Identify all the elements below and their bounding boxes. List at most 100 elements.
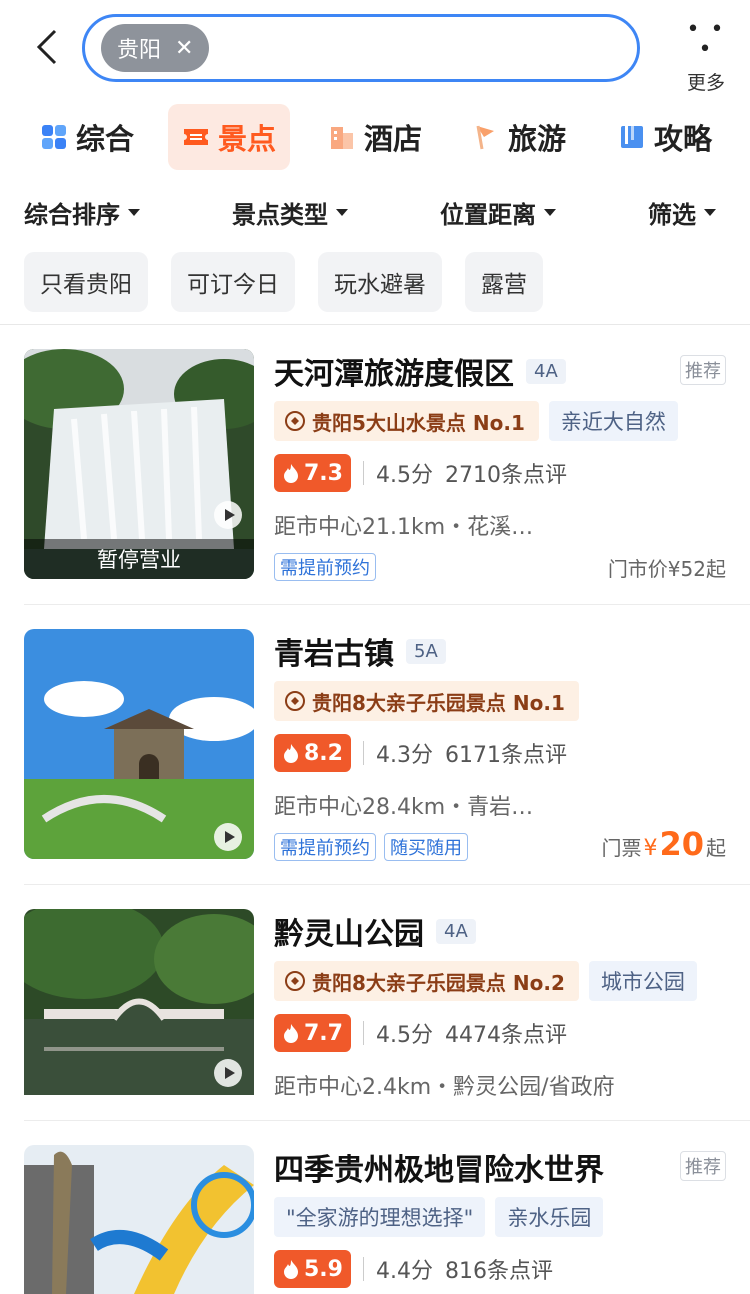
caret-down-icon bbox=[544, 208, 556, 216]
rating: 4.3分 bbox=[375, 743, 433, 768]
tab-attractions[interactable]: 景点 bbox=[168, 104, 291, 170]
hot-score: 5.9 bbox=[304, 1256, 343, 1282]
price-text[interactable]: 门票 ¥ 20 起 bbox=[601, 825, 726, 863]
hot-score-badge: 7.3 bbox=[274, 454, 351, 492]
quick-filter-chip[interactable]: 可订今日 bbox=[171, 252, 295, 312]
rank-tag-label: 贵阳8大亲子乐园景点 No.1 bbox=[312, 690, 565, 715]
top-bar: 贵阳 ✕ • • • 更多 bbox=[0, 0, 750, 100]
price-value: 20 bbox=[659, 825, 704, 863]
rank-tag-label: 贵阳5大山水景点 No.1 bbox=[312, 410, 525, 435]
flame-icon bbox=[284, 464, 298, 483]
level-badge: 4A bbox=[436, 918, 476, 944]
book-icon bbox=[618, 123, 646, 151]
search-chip-label: 贵阳 bbox=[117, 38, 162, 63]
attraction-title[interactable]: 四季贵州极地冒险水世界 bbox=[274, 1145, 604, 1189]
quick-filter-chip[interactable]: 露营 bbox=[465, 252, 543, 312]
rank-tag[interactable]: 贵阳8大亲子乐园景点 No.1 bbox=[274, 681, 579, 721]
filter-label: 综合排序 bbox=[24, 200, 120, 229]
quick-filter-chip[interactable]: 只看贵阳 bbox=[24, 252, 148, 312]
service-badge: 随买随用 bbox=[384, 833, 468, 861]
rating: 4.4分 bbox=[375, 1259, 433, 1284]
flag-icon bbox=[472, 123, 500, 151]
distance-text: 距市中心2.4km・黔灵公园/省政府 bbox=[274, 1075, 615, 1100]
price-label: 门市价¥52起 bbox=[607, 557, 726, 581]
recommend-badge: 推荐 bbox=[680, 355, 726, 385]
attraction-name: 四季贵州极地冒险水世界 bbox=[274, 1153, 604, 1188]
attraction-photo[interactable] bbox=[24, 1145, 254, 1294]
service-badge: 需提前预约 bbox=[274, 553, 376, 581]
more-button[interactable]: • • • 更多 bbox=[678, 17, 734, 95]
sort-dropdown[interactable]: 综合排序 bbox=[24, 190, 140, 234]
tab-all[interactable]: 综合 bbox=[26, 104, 148, 170]
separator bbox=[362, 741, 364, 765]
quote-tag[interactable]: "全家游的理想选择" bbox=[274, 1197, 486, 1237]
caret-down-icon bbox=[128, 208, 140, 216]
ticket-icon bbox=[182, 123, 210, 151]
attraction-title[interactable]: 黔灵山公园 4A bbox=[274, 909, 476, 953]
tab-label: 综合 bbox=[76, 122, 135, 156]
close-icon[interactable]: ✕ bbox=[175, 36, 193, 61]
play-icon[interactable] bbox=[214, 823, 242, 851]
tag-row: 贵阳8大亲子乐园景点 No.1 bbox=[274, 681, 579, 721]
play-icon[interactable] bbox=[214, 1059, 242, 1087]
flame-icon bbox=[284, 1260, 298, 1279]
score-row: 7.3 4.5分 2710条点评 bbox=[274, 454, 567, 492]
attraction-photo[interactable] bbox=[24, 629, 254, 859]
caret-down-icon bbox=[336, 208, 348, 216]
tab-label: 景点 bbox=[218, 122, 277, 156]
search-chip[interactable]: 贵阳 ✕ bbox=[101, 24, 210, 72]
category-tabs: 综合 景点 酒店 旅游 攻略 bbox=[0, 104, 750, 170]
review-count[interactable]: 2710条点评 bbox=[445, 457, 567, 489]
tag-row: 贵阳8大亲子乐园景点 No.2 城市公园 bbox=[274, 961, 697, 1001]
rank-tag-label: 贵阳8大亲子乐园景点 No.2 bbox=[312, 970, 565, 995]
separator bbox=[362, 461, 364, 485]
category-tag[interactable]: 亲近大自然 bbox=[548, 401, 678, 441]
review-count[interactable]: 816条点评 bbox=[445, 1253, 553, 1285]
attraction-title[interactable]: 青岩古镇 5A bbox=[274, 629, 446, 673]
attraction-photo[interactable] bbox=[24, 909, 254, 1139]
rank-tag[interactable]: 贵阳5大山水景点 No.1 bbox=[274, 401, 539, 441]
hot-score-badge: 5.9 bbox=[274, 1250, 351, 1288]
tab-guides[interactable]: 攻略 bbox=[604, 104, 726, 170]
review-count[interactable]: 4474条点评 bbox=[445, 1017, 567, 1049]
filter-dropdown[interactable]: 筛选 bbox=[648, 190, 716, 234]
price-prefix: 门票 bbox=[601, 836, 642, 860]
rank-tag[interactable]: 贵阳8大亲子乐园景点 No.2 bbox=[274, 961, 579, 1001]
category-tag[interactable]: 亲水乐园 bbox=[495, 1197, 604, 1237]
divider bbox=[0, 324, 750, 325]
category-tag[interactable]: 城市公园 bbox=[588, 961, 697, 1001]
service-badges: 需提前预约 随买随用 bbox=[274, 833, 468, 861]
distance-dropdown[interactable]: 位置距离 bbox=[440, 190, 556, 234]
price-text: 门市价¥52起 bbox=[608, 553, 726, 582]
service-badges: 需提前预约 bbox=[274, 553, 376, 581]
hot-score: 8.2 bbox=[304, 740, 343, 766]
score-row: 7.7 4.5分 4474条点评 bbox=[274, 1014, 567, 1052]
review-count[interactable]: 6171条点评 bbox=[445, 737, 567, 769]
tab-tours[interactable]: 旅游 bbox=[458, 104, 580, 170]
score-row: 5.9 4.4分 816条点评 bbox=[274, 1250, 553, 1288]
separator bbox=[362, 1257, 364, 1281]
type-dropdown[interactable]: 景点类型 bbox=[232, 190, 348, 234]
filter-label: 筛选 bbox=[648, 200, 696, 229]
attraction-photo[interactable]: 暂停营业 bbox=[24, 349, 254, 579]
level-badge: 5A bbox=[406, 638, 446, 664]
attraction-title[interactable]: 天河潭旅游度假区 4A bbox=[274, 349, 566, 393]
search-input[interactable]: 贵阳 ✕ bbox=[82, 14, 640, 82]
more-dots-icon: • • • bbox=[686, 17, 726, 62]
hot-score: 7.3 bbox=[304, 460, 343, 486]
tab-hotels[interactable]: 酒店 bbox=[314, 104, 436, 170]
hot-score-badge: 7.7 bbox=[274, 1014, 351, 1052]
divider bbox=[24, 604, 750, 605]
tag-row: "全家游的理想选择" 亲水乐园 bbox=[274, 1197, 604, 1237]
divider bbox=[24, 884, 750, 885]
filter-label: 位置距离 bbox=[440, 200, 536, 229]
quick-filter-chip[interactable]: 玩水避暑 bbox=[318, 252, 442, 312]
back-button[interactable] bbox=[22, 22, 70, 72]
tab-label: 旅游 bbox=[508, 122, 567, 156]
score-row: 8.2 4.3分 6171条点评 bbox=[274, 734, 567, 772]
rating: 4.5分 bbox=[375, 463, 433, 488]
play-icon[interactable] bbox=[214, 501, 242, 529]
tab-label: 攻略 bbox=[654, 122, 713, 156]
tag-row: 贵阳5大山水景点 No.1 亲近大自然 bbox=[274, 401, 678, 441]
level-badge: 4A bbox=[526, 358, 566, 384]
